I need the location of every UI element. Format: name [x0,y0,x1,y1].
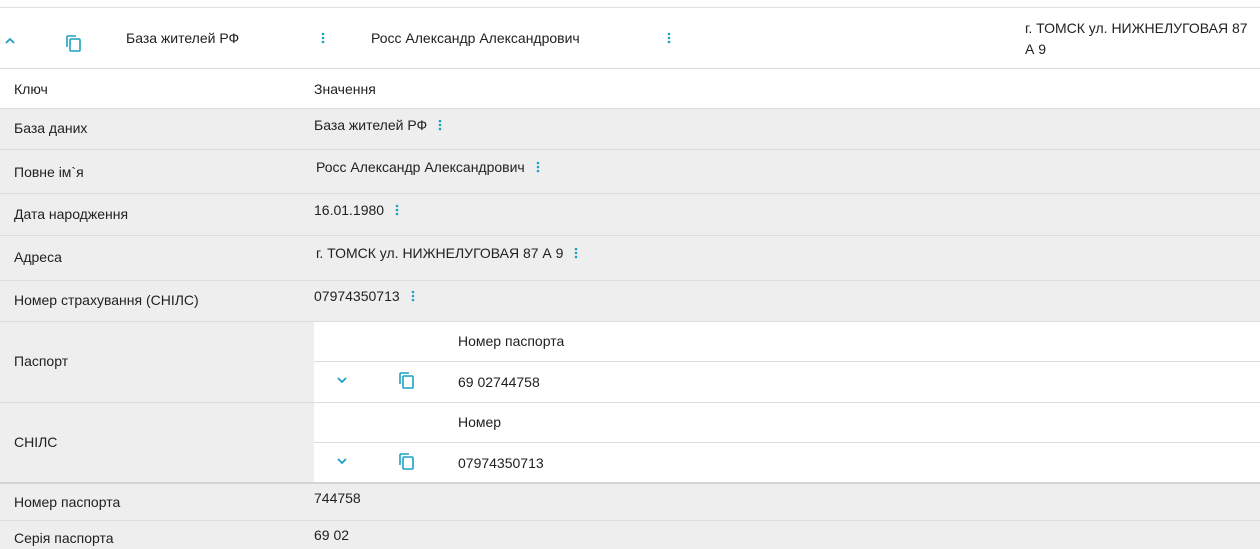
table-header-row: Ключ Значення [0,68,1260,109]
more-vert-icon [575,247,578,259]
more-vert-icon [411,290,414,302]
chevron-down-icon [337,377,347,383]
more-vert-icon [321,32,325,44]
row-key: Серія паспорта [14,530,114,546]
expand-button[interactable] [336,456,348,466]
subtable-row: 69 02744758 [314,362,1260,403]
header-database-menu-button[interactable] [319,31,327,45]
row-value: Росс Александр Александрович [316,159,542,175]
expand-button[interactable] [336,375,348,385]
row-key: Дата народження [14,206,129,222]
row-menu-button[interactable] [409,289,417,303]
value-column-header: Значення [314,81,376,97]
row-value-text: 07974350713 [314,288,400,304]
more-vert-icon [395,204,399,216]
table-row: Дата народження 16.01.1980 [0,194,1260,236]
copy-button[interactable] [398,452,414,470]
copy-icon [65,34,81,52]
row-value-text: База жителей РФ [314,117,428,133]
chevron-up-icon [5,38,15,44]
table-row: Номер паспорта 744758 [0,484,1260,521]
row-value: г. ТОМСК ул. НИЖНЕЛУГОВАЯ 87 А 9 [316,245,580,261]
header-address-line2: А 9 [1025,41,1047,57]
row-key: Номер страхування (СНІЛС) [14,292,199,308]
table-row-snils: СНІЛС Номер 07974350713 [0,403,1260,484]
row-key: База даних [14,120,88,136]
header-database: База жителей РФ [126,30,240,46]
row-value: База жителей РФ [314,117,444,133]
subtable-column-header: Номер паспорта [458,333,565,349]
snils-subtable: Номер 07974350713 [314,403,1260,482]
table-row-passport: Паспорт Номер паспорта 69 02744758 [0,322,1260,403]
more-vert-icon [667,32,671,44]
row-value: 69 02 [314,527,350,543]
header-address-line1: г. ТОМСК ул. НИЖНЕЛУГОВАЯ 87 [1025,20,1248,36]
row-value: 07974350713 [314,288,417,304]
row-value: 744758 [314,490,361,506]
row-menu-button[interactable] [436,118,444,132]
row-menu-button[interactable] [534,160,542,174]
subtable-value: 07974350713 [458,455,544,471]
row-key: Паспорт [14,353,69,369]
row-menu-button[interactable] [393,203,401,217]
row-key: Адреса [14,249,62,265]
subtable-header: Номер [314,403,1260,443]
row-key: Повне ім`я [14,164,84,180]
table-row: Серія паспорта 69 02 [0,521,1260,549]
copy-icon [398,452,414,470]
record-header: База жителей РФ Росс Александр Александр… [0,8,1260,68]
passport-subtable: Номер паспорта 69 02744758 [314,322,1260,402]
row-key: Номер паспорта [14,494,121,510]
more-vert-icon [536,161,540,173]
subtable-column-header: Номер [458,414,502,430]
header-name-menu-button[interactable] [665,31,673,45]
row-value-text: 16.01.1980 [314,202,385,218]
table-row: Адреса г. ТОМСК ул. НИЖНЕЛУГОВАЯ 87 А 9 [0,236,1260,281]
table-row: Повне ім`я Росс Александр Александрович [0,150,1260,194]
collapse-button[interactable] [4,36,16,46]
chevron-down-icon [337,458,347,464]
subtable-row: 07974350713 [314,443,1260,482]
copy-icon [398,371,414,389]
table-row: База даних База жителей РФ [0,109,1260,150]
row-value-text: г. ТОМСК ул. НИЖНЕЛУГОВАЯ 87 А 9 [316,245,564,261]
header-name: Росс Александр Александрович [371,30,580,46]
row-value-text: Росс Александр Александрович [316,159,525,175]
subtable-value: 69 02744758 [458,374,540,390]
table-row: Номер страхування (СНІЛС) 07974350713 [0,281,1260,322]
more-vert-icon [438,119,442,131]
copy-button[interactable] [398,371,414,389]
copy-button[interactable] [65,34,81,52]
row-menu-button[interactable] [572,246,580,260]
key-column-header: Ключ [14,81,48,97]
row-key: СНІЛС [14,434,58,450]
row-value: 16.01.1980 [314,202,401,218]
subtable-header: Номер паспорта [314,322,1260,362]
